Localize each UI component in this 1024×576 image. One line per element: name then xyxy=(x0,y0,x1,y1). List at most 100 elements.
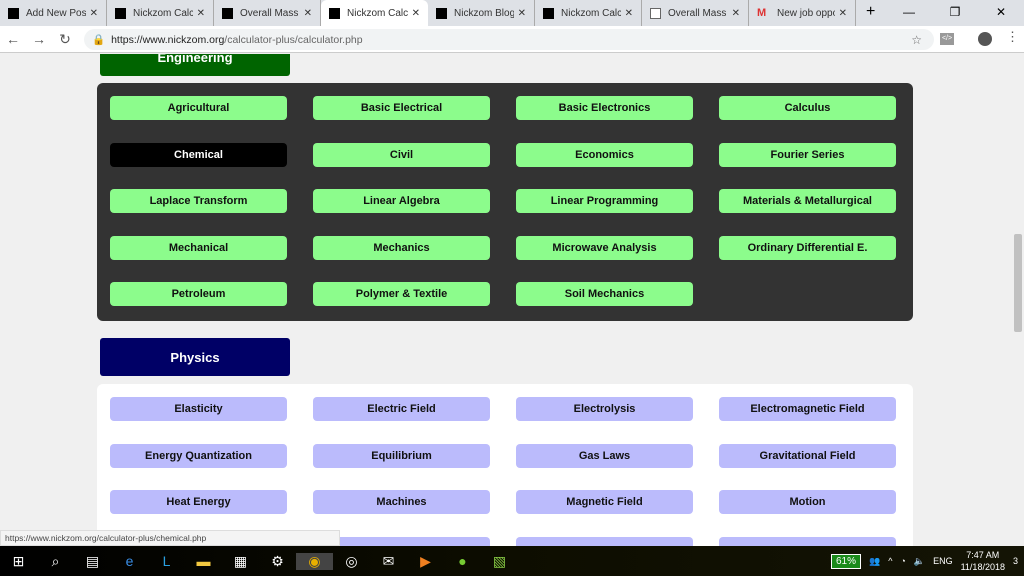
browser-tab[interactable]: Nickzom Calcu ✕ xyxy=(535,0,642,26)
physics-panel: Elasticity Electric Field Electrolysis Elec… xyxy=(97,384,913,546)
tab-close-icon[interactable]: ✕ xyxy=(518,8,526,19)
people-icon[interactable]: 👥 xyxy=(869,556,880,567)
engineering-calculator-button[interactable]: Laplace Transform xyxy=(110,189,287,213)
chrome-icon[interactable]: ◉ xyxy=(296,552,333,570)
engineering-calculator-button[interactable]: Calculus xyxy=(719,96,896,120)
tab-strip: Add New Post✕Nickzom Calcu✕Overall Mass … xyxy=(0,0,1024,26)
engineering-calculator-button[interactable]: Civil xyxy=(313,142,490,167)
physics-header[interactable]: Physics xyxy=(100,338,290,376)
browser-tab[interactable]: Overall Mass T ✕ xyxy=(642,0,749,26)
extension-icon[interactable]: </> xyxy=(940,33,954,45)
close-icon[interactable]: ✕ xyxy=(978,0,1024,24)
new-tab-button[interactable]: + xyxy=(856,0,885,26)
engineering-calculator-button[interactable]: Agricultural xyxy=(110,96,287,120)
physics-calculator-button[interactable]: Electric Field xyxy=(313,397,490,421)
scrollbar-thumb[interactable] xyxy=(1014,234,1022,332)
engineering-calculator-button[interactable]: Mechanical xyxy=(110,235,287,260)
physics-calculator-button[interactable]: Machines xyxy=(313,490,490,514)
physics-calculator-button[interactable]: Magnetic Field xyxy=(516,490,693,514)
tab-title: New job oppo xyxy=(777,7,835,19)
app-l-icon[interactable]: L xyxy=(148,553,185,569)
nickzom-icon xyxy=(543,7,554,19)
browser-tab[interactable]: Nickzom Blog ✕ xyxy=(428,0,535,26)
language[interactable]: ENG xyxy=(933,556,953,566)
battery-indicator[interactable]: 61% xyxy=(830,553,861,569)
profile-avatar[interactable] xyxy=(978,32,992,46)
physics-calculator-button[interactable]: Elasticity xyxy=(110,397,287,421)
back-icon[interactable]: ← xyxy=(0,31,26,47)
wifi-icon[interactable]: ◔ xyxy=(900,556,905,566)
edge-icon[interactable]: e xyxy=(111,553,148,569)
taskbar: ⊞ ⌕ ▤ e L ▬ ▦ ⚙ ◉ ◎ ✉ ▶ ● ▧ 61% 👥 ^ ◔ 🔈 … xyxy=(0,546,1024,576)
physics-calculator-button[interactable]: Gravitational Field xyxy=(719,443,896,468)
tab-close-icon[interactable]: ✕ xyxy=(90,8,98,19)
calculator-icon[interactable]: ▦ xyxy=(222,553,259,570)
bookmark-star-icon[interactable]: ☆ xyxy=(911,33,922,47)
physics-calculator-button[interactable]: Electromagnetic Field xyxy=(719,397,896,421)
file-explorer-icon[interactable]: ▬ xyxy=(185,553,222,569)
engineering-calculator-button[interactable]: Microwave Analysis xyxy=(516,235,693,260)
gmail-icon: M xyxy=(757,6,767,19)
browser-toolbar: ← → ↻ 🔒 https://www.nickzom.org/calculat… xyxy=(0,26,1024,53)
tab-close-icon[interactable]: ✕ xyxy=(197,8,205,19)
physics-calculator-button[interactable] xyxy=(516,536,693,546)
restore-icon[interactable]: ❐ xyxy=(932,0,978,24)
notepad-icon[interactable]: ▧ xyxy=(481,553,518,570)
browser-tab[interactable]: Add New Post ✕ xyxy=(0,0,107,26)
tab-close-icon[interactable]: ✕ xyxy=(412,8,420,19)
windows-start-icon[interactable]: ⊞ xyxy=(0,553,37,570)
engineering-calculator-button[interactable]: Chemical xyxy=(110,142,287,167)
engineering-calculator-button[interactable]: Basic Electrical xyxy=(313,96,490,120)
engineering-calculator-button[interactable]: Materials & Metallurgical xyxy=(719,189,896,213)
notification-icon[interactable]: 3 xyxy=(1013,556,1018,566)
tab-close-icon[interactable]: ✕ xyxy=(732,8,740,19)
media-player-icon[interactable]: ▶ xyxy=(407,553,444,570)
address-bar[interactable]: 🔒 https://www.nickzom.org/calculator-plu… xyxy=(84,29,934,50)
lock-icon: 🔒 xyxy=(92,34,106,46)
system-tray: 61% 👥 ^ ◔ 🔈 ENG 7:47 AM 11/18/2018 3 xyxy=(830,546,1024,576)
nickzom-icon xyxy=(8,7,19,19)
browser-tab[interactable]: Overall Mass T ✕ xyxy=(214,0,321,26)
engineering-calculator-button[interactable]: Polymer & Textile xyxy=(313,282,490,306)
android-studio-icon[interactable]: ● xyxy=(444,553,481,569)
search-icon[interactable]: ⌕ xyxy=(37,553,74,570)
physics-calculator-button[interactable]: Motion xyxy=(719,490,896,514)
tab-close-icon[interactable]: ✕ xyxy=(839,8,847,19)
tab-close-icon[interactable]: ✕ xyxy=(304,8,312,19)
engineering-header[interactable]: Engineering xyxy=(100,54,290,76)
engineering-calculator-button[interactable]: Basic Electronics xyxy=(516,96,693,120)
browser-tab[interactable]: Nickzom Calcu ✕ xyxy=(107,0,214,26)
engineering-calculator-button[interactable]: Linear Programming xyxy=(516,189,693,213)
forward-icon[interactable]: → xyxy=(26,31,52,47)
physics-calculator-button[interactable]: Energy Quantization xyxy=(110,443,287,468)
media-icon[interactable]: ◎ xyxy=(333,553,370,570)
url-path: /calculator-plus/calculator.php xyxy=(224,33,363,46)
mail-icon[interactable]: ✉ xyxy=(370,553,407,570)
engineering-calculator-button[interactable]: Petroleum xyxy=(110,282,287,306)
physics-calculator-button[interactable] xyxy=(719,536,896,546)
engineering-calculator-button[interactable]: Mechanics xyxy=(313,235,490,260)
page-content: Engineering Agricultural Basic Electrical… xyxy=(0,54,1024,546)
engineering-calculator-button[interactable]: Ordinary Differential E. xyxy=(719,235,896,260)
volume-icon[interactable]: 🔈 xyxy=(914,556,925,567)
tray-chevron-icon[interactable]: ^ xyxy=(888,556,892,566)
physics-calculator-button[interactable]: Gas Laws xyxy=(516,443,693,468)
tab-close-icon[interactable]: ✕ xyxy=(625,8,633,19)
physics-calculator-button[interactable]: Electrolysis xyxy=(516,397,693,421)
clock[interactable]: 7:47 AM 11/18/2018 xyxy=(961,549,1005,573)
reload-icon[interactable]: ↻ xyxy=(52,31,78,48)
browser-tab[interactable]: Nickzom Calcu ✕ xyxy=(321,0,428,26)
menu-icon[interactable]: ⋮ xyxy=(1006,29,1019,45)
scrollbar[interactable] xyxy=(1012,54,1024,546)
engineering-calculator-button[interactable]: Economics xyxy=(516,142,693,167)
engineering-calculator-button[interactable]: Soil Mechanics xyxy=(516,282,693,306)
minimize-icon[interactable]: — xyxy=(886,0,932,24)
physics-calculator-button[interactable]: Equilibrium xyxy=(313,443,490,468)
browser-tab[interactable]: M New job oppo ✕ xyxy=(749,0,856,26)
engineering-calculator-button[interactable]: Fourier Series xyxy=(719,142,896,167)
window-controls: — ❐ ✕ xyxy=(886,0,1024,24)
physics-calculator-button[interactable]: Heat Energy xyxy=(110,490,287,514)
engineering-calculator-button[interactable]: Linear Algebra xyxy=(313,189,490,213)
settings-icon[interactable]: ⚙ xyxy=(259,553,296,570)
task-view-icon[interactable]: ▤ xyxy=(74,553,111,570)
